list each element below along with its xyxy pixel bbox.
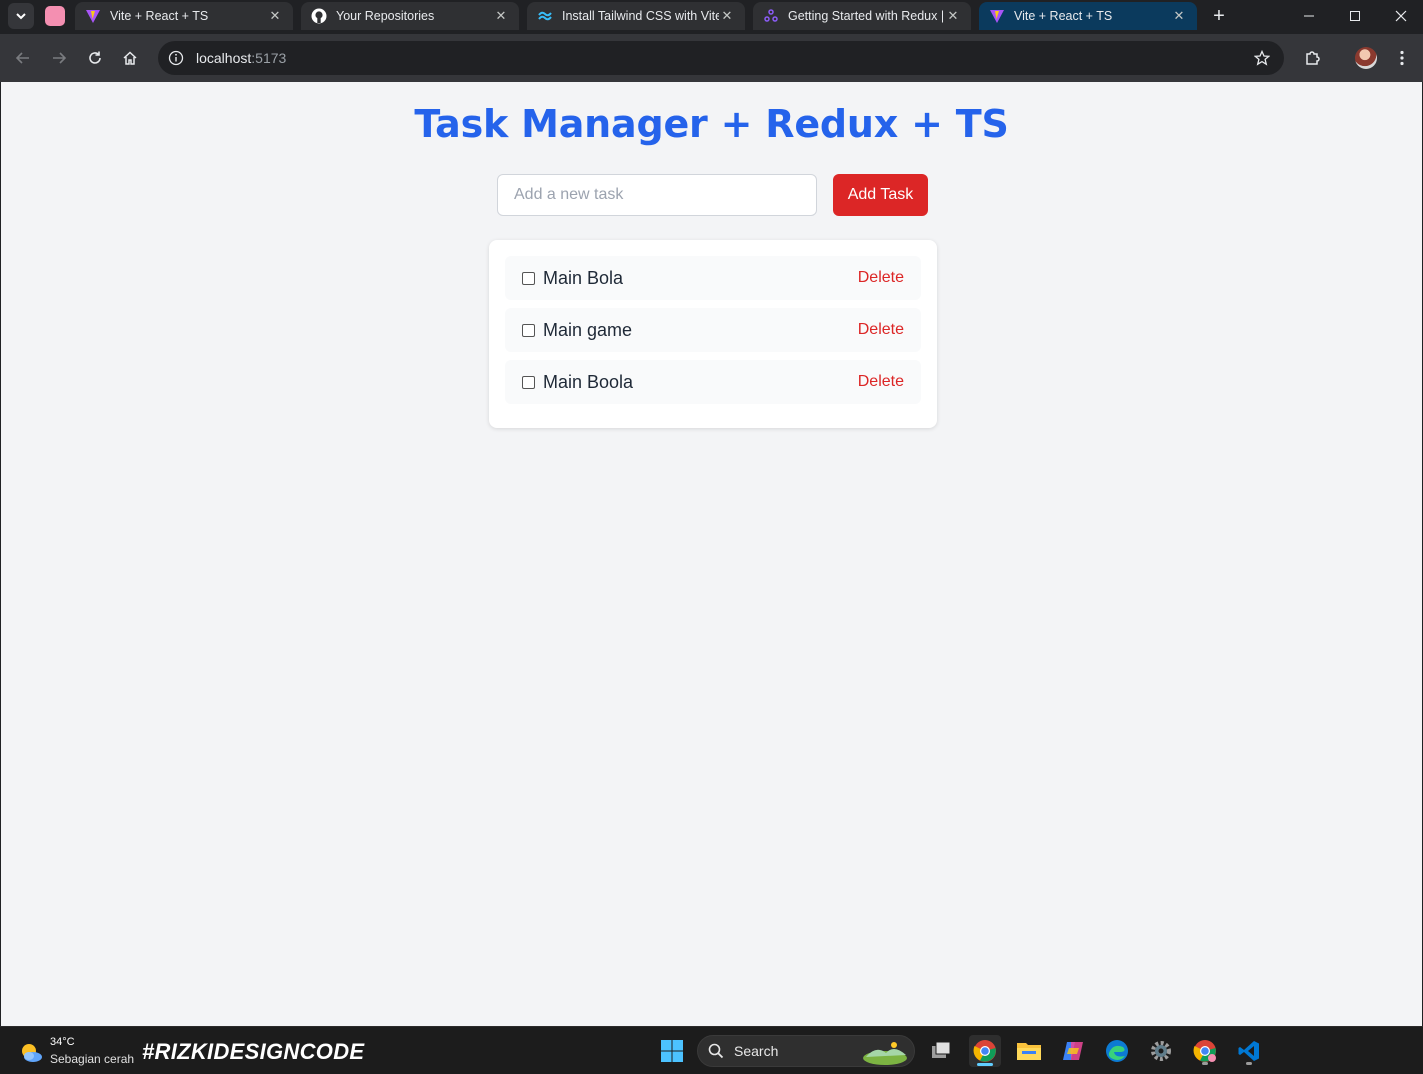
- task-label: Main Bola: [543, 267, 624, 288]
- tab-redux[interactable]: Getting Started with Redux | R ✕: [753, 2, 971, 30]
- task-item: Main game Delete: [505, 308, 921, 352]
- new-task-input[interactable]: [497, 174, 817, 216]
- minimize-button[interactable]: [1286, 0, 1332, 32]
- delete-task-button[interactable]: Delete: [858, 321, 904, 339]
- brand-watermark: #RIZKIDESIGNCODE: [142, 1039, 365, 1064]
- arrow-left-icon: [15, 52, 29, 64]
- taskbar-chrome-profile[interactable]: [1189, 1035, 1221, 1067]
- reload-icon: [89, 51, 101, 64]
- taskbar-chrome[interactable]: [969, 1035, 1001, 1067]
- close-icon[interactable]: ✕: [945, 8, 961, 24]
- page-viewport: Task Manager + Redux + TS Add Task Main …: [1, 82, 1422, 1026]
- vite-icon: [85, 8, 101, 24]
- forward-button[interactable]: [47, 46, 71, 70]
- maximize-icon: [1350, 11, 1360, 21]
- more-vertical-icon: [1400, 50, 1404, 66]
- taskbar-search[interactable]: Search: [697, 1035, 915, 1067]
- maximize-button[interactable]: [1332, 0, 1378, 32]
- close-icon: [1395, 10, 1407, 22]
- task-label: Main Boola: [543, 371, 634, 392]
- taskbar-edge[interactable]: [1101, 1035, 1133, 1067]
- task-item: Main Bola Delete: [505, 256, 921, 300]
- taskbar-settings[interactable]: [1145, 1035, 1177, 1067]
- close-icon[interactable]: ✕: [719, 8, 735, 24]
- puzzle-icon: [1306, 51, 1320, 65]
- gear-icon: [1151, 1041, 1171, 1061]
- close-icon[interactable]: ✕: [493, 8, 509, 24]
- github-icon: [311, 8, 327, 24]
- menu-button[interactable]: [1390, 46, 1414, 70]
- partly-sunny-icon[interactable]: [18, 1039, 44, 1065]
- browser-toolbar: localhost:5173: [0, 34, 1423, 82]
- running-indicator: [1202, 1062, 1208, 1065]
- tab-vite-1[interactable]: Vite + React + TS ✕: [75, 2, 293, 30]
- active-indicator: [977, 1063, 993, 1066]
- task-item: Main Boola Delete: [505, 360, 921, 404]
- delete-task-button[interactable]: Delete: [858, 269, 904, 287]
- redux-icon: [763, 8, 779, 24]
- tab-github[interactable]: Your Repositories ✕: [301, 2, 519, 30]
- folder-icon: [1017, 1043, 1041, 1060]
- home-icon: [123, 51, 137, 65]
- taskbar-copilot[interactable]: [1057, 1035, 1089, 1067]
- weather-temp: 34°C: [50, 1036, 75, 1048]
- avatar: [1355, 47, 1377, 69]
- task-checkbox[interactable]: [522, 375, 535, 389]
- home-button[interactable]: [118, 46, 142, 70]
- taskbar-vscode[interactable]: [1233, 1035, 1265, 1067]
- search-icon: [708, 1043, 724, 1059]
- close-icon[interactable]: ✕: [267, 8, 283, 24]
- close-icon[interactable]: ✕: [1171, 8, 1187, 24]
- delete-task-button[interactable]: Delete: [858, 373, 904, 391]
- url-host: localhost: [196, 50, 252, 66]
- tab-title: Install Tailwind CSS with Vite: [562, 9, 719, 23]
- search-highlight-icon: [863, 1042, 907, 1065]
- tab-vite-active[interactable]: Vite + React + TS ✕: [979, 2, 1197, 30]
- arrow-right-icon: [53, 52, 67, 64]
- task-label: Main game: [543, 319, 633, 340]
- search-label: Search: [734, 1043, 779, 1059]
- add-task-button[interactable]: Add Task: [833, 174, 928, 216]
- copilot-icon: [1063, 1042, 1083, 1060]
- url-port: :5173: [251, 50, 287, 66]
- tab-title: Your Repositories: [336, 9, 435, 23]
- close-window-button[interactable]: [1378, 0, 1423, 32]
- edge-icon: [1106, 1040, 1128, 1062]
- weather-condition: Sebagian cerah: [50, 1052, 135, 1066]
- windows-icon: [661, 1040, 683, 1062]
- tab-title: Getting Started with Redux | R: [788, 9, 945, 23]
- chevron-down-icon: [16, 13, 26, 20]
- info-icon[interactable]: [168, 50, 184, 66]
- bookmark-star-icon[interactable]: [1254, 50, 1270, 66]
- task-checkbox[interactable]: [522, 271, 535, 285]
- tab-group-indicator[interactable]: [45, 6, 65, 26]
- address-bar[interactable]: localhost:5173: [158, 41, 1284, 75]
- tab-title: Vite + React + TS: [110, 9, 209, 23]
- tailwind-icon: [537, 8, 553, 24]
- tab-strip: Vite + React + TS ✕ Your Repositories ✕ …: [0, 0, 1423, 34]
- task-view-button[interactable]: [925, 1035, 957, 1067]
- tab-search-button[interactable]: [8, 3, 34, 29]
- minimize-icon: [1304, 15, 1314, 17]
- url-text: localhost:5173: [196, 50, 286, 66]
- vscode-icon: [1238, 1041, 1259, 1061]
- running-indicator: [1246, 1062, 1252, 1065]
- start-button[interactable]: [656, 1035, 688, 1067]
- profile-button[interactable]: [1354, 46, 1378, 70]
- vite-icon: [989, 8, 1005, 24]
- task-view-icon: [932, 1041, 951, 1058]
- taskbar-file-explorer[interactable]: [1013, 1035, 1045, 1067]
- back-button[interactable]: [11, 46, 35, 70]
- task-list: Main Bola Delete Main game Delete Main B…: [489, 240, 937, 428]
- chrome-icon: [973, 1040, 996, 1062]
- reload-button[interactable]: [83, 46, 107, 70]
- new-tab-button[interactable]: +: [1208, 5, 1230, 27]
- tab-title: Vite + React + TS: [1014, 9, 1113, 23]
- tab-tailwind[interactable]: Install Tailwind CSS with Vite ✕: [527, 2, 745, 30]
- extensions-button[interactable]: [1301, 46, 1325, 70]
- task-checkbox[interactable]: [522, 323, 535, 337]
- page-title: Task Manager + Redux + TS: [414, 102, 1009, 146]
- windows-taskbar: 34°C Sebagian cerah #RIZKIDESIGNCODE Sea…: [0, 1026, 1423, 1074]
- chrome-icon: [1193, 1040, 1216, 1062]
